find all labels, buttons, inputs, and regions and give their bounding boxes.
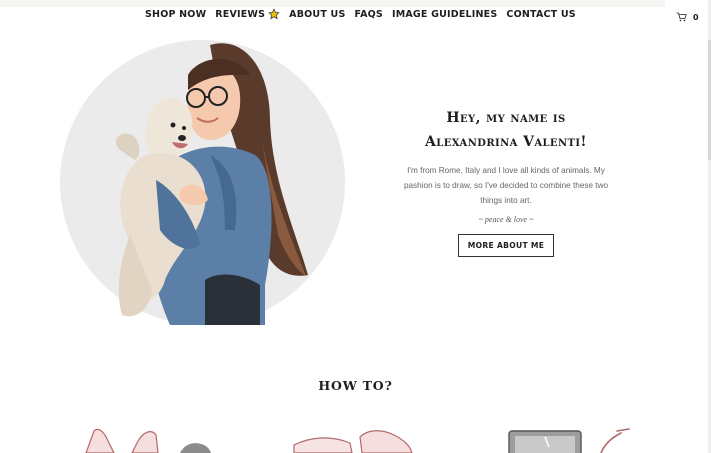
nav-about-us[interactable]: ABOUT US bbox=[289, 8, 345, 20]
intro-heading: Hey, my name is Alexandrina Valenti! bbox=[395, 106, 617, 154]
intro-heading-line1: Hey, my name is bbox=[446, 110, 566, 126]
step-2-pet-illustration bbox=[293, 430, 413, 453]
cart-count: 0 bbox=[693, 12, 699, 22]
intro-description: I'm from Rome, Italy and I love all kind… bbox=[403, 166, 609, 205]
nav-reviews[interactable]: REVIEWS bbox=[215, 8, 280, 20]
artist-with-dog-illustration bbox=[115, 43, 308, 325]
nav-label: SHOP NOW bbox=[145, 8, 207, 20]
cart-icon bbox=[676, 12, 687, 22]
nav-shop-now[interactable]: SHOP NOW bbox=[145, 8, 206, 20]
nav-contact-us[interactable]: CONTACT US bbox=[506, 8, 575, 20]
nav-faqs[interactable]: FAQS bbox=[354, 8, 382, 20]
nav-label: FAQS bbox=[354, 8, 383, 20]
intro-signature: ~ peace & love ~ bbox=[478, 215, 534, 224]
nav-label: REVIEWS bbox=[215, 8, 266, 20]
nav-label: ABOUT US bbox=[289, 8, 346, 20]
nav-image-guidelines[interactable]: IMAGE GUIDELINES bbox=[392, 8, 497, 20]
nav-label: IMAGE GUIDELINES bbox=[391, 8, 498, 20]
intro-heading-line2: Alexandrina Valenti! bbox=[425, 134, 587, 150]
star-icon bbox=[268, 8, 280, 20]
more-about-me-button[interactable]: MORE ABOUT ME bbox=[457, 234, 555, 257]
nav-label: CONTACT US bbox=[506, 8, 576, 20]
step-1-pet-illustration bbox=[85, 428, 211, 453]
how-to-title: HOW TO? bbox=[318, 378, 393, 393]
main-navigation: SHOP NOW REVIEWS ABOUT US FAQS IMAGE GUI… bbox=[145, 8, 576, 20]
step-3-laptop-illustration bbox=[508, 428, 630, 453]
top-strip bbox=[0, 0, 665, 7]
intro-section: Hey, my name is Alexandrina Valenti! I'm… bbox=[395, 106, 617, 257]
cart-button[interactable]: 0 bbox=[676, 12, 699, 22]
